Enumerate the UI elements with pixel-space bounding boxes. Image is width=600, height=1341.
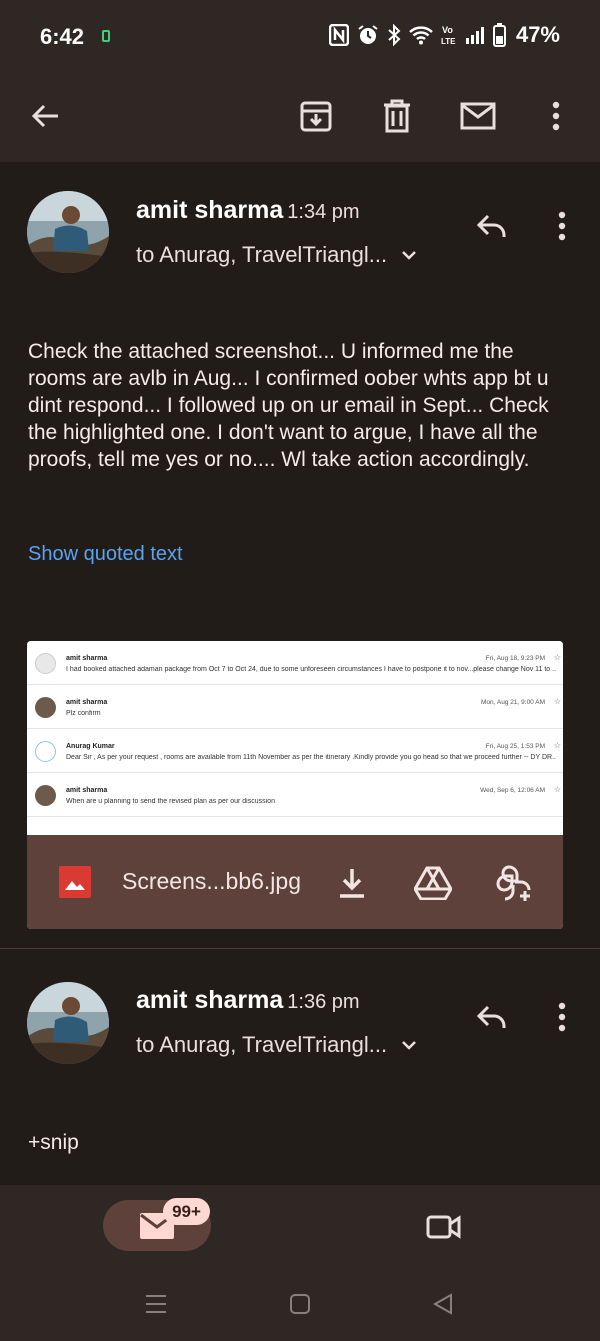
archive-button[interactable] <box>292 92 340 140</box>
download-icon <box>340 869 364 898</box>
google-drive-icon <box>414 866 452 900</box>
preview-sender: Anurag Kumar <box>66 743 115 750</box>
sender-name: amit sharma <box>136 986 284 1014</box>
add-to-photos-button[interactable] <box>492 861 536 905</box>
sender-photo-icon <box>27 982 109 1064</box>
more-vert-icon <box>552 101 560 131</box>
message-divider <box>0 948 600 949</box>
preview-row: amit sharma When are u planning to send … <box>27 773 563 817</box>
star-icon: ☆ <box>553 697 561 706</box>
alarm-icon <box>358 25 378 44</box>
avatar <box>35 741 56 762</box>
system-back-button[interactable] <box>428 1289 458 1319</box>
status-icons: Vo LTE 47% <box>328 22 560 48</box>
image-file-icon <box>59 866 91 898</box>
avatar[interactable] <box>27 982 109 1064</box>
download-button[interactable] <box>330 861 374 905</box>
reply-button[interactable] <box>470 204 514 248</box>
sender-photo-icon <box>27 191 109 273</box>
battery-percent: 47% <box>515 22 560 47</box>
more-options-button[interactable] <box>532 92 580 140</box>
sender-line: amit sharma 1:36 pm <box>136 986 360 1015</box>
message-body: Check the attached screenshot... U infor… <box>28 340 549 471</box>
reply-button[interactable] <box>470 995 514 1039</box>
attachment-actions-bar: Screens...bb6.jpg <box>27 835 563 929</box>
meet-tab[interactable] <box>420 1203 468 1251</box>
message-time: 1:36 pm <box>287 991 360 1013</box>
recipients-text: to Anurag, TravelTriangl... <box>136 242 388 267</box>
home-button[interactable] <box>285 1289 315 1319</box>
show-quoted-text-link[interactable]: Show quoted text <box>28 543 183 566</box>
status-bar: 6:42 Vo LTE 47% <box>0 0 600 70</box>
email-toolbar <box>0 70 600 162</box>
back-triangle-icon <box>432 1293 452 1315</box>
message-more-button[interactable] <box>540 995 584 1039</box>
star-icon: ☆ <box>553 741 561 750</box>
signal-icon <box>465 27 484 44</box>
reply-icon <box>476 1005 506 1028</box>
attachment-card[interactable]: amit sharma I had booked attached adaman… <box>27 641 563 929</box>
status-time: 6:42 <box>40 24 85 49</box>
home-square-icon <box>290 1294 310 1314</box>
svg-text:Vo: Vo <box>442 25 453 35</box>
save-to-drive-button[interactable] <box>411 861 455 905</box>
preview-snippet: Dear Sir , As per your request , rooms a… <box>66 754 556 761</box>
bottom-navigation: 99+ <box>0 1185 600 1341</box>
sender-name: amit sharma <box>136 196 284 224</box>
photos-add-icon <box>496 865 531 901</box>
chevron-down-icon <box>402 251 416 260</box>
preview-date: Wed, Sep 6, 12:06 AM <box>480 787 545 794</box>
preview-row: amit sharma Plz confirm Mon, Aug 21, 9:0… <box>27 685 563 729</box>
preview-snippet: Plz confirm <box>66 710 101 717</box>
mark-unread-icon <box>460 102 496 130</box>
menu-lines-icon <box>146 1295 166 1313</box>
nfc-icon <box>328 24 349 46</box>
recipients-toggle[interactable]: to Anurag, TravelTriangl... <box>136 1032 417 1058</box>
bluetooth-icon <box>388 24 401 46</box>
video-camera-icon <box>426 1215 461 1239</box>
back-arrow-icon <box>31 104 58 128</box>
message-time: 1:34 pm <box>287 201 360 223</box>
preview-date: Mon, Aug 21, 9:00 AM <box>481 699 545 706</box>
recipients-text: to Anurag, TravelTriangl... <box>136 1032 388 1057</box>
delete-button[interactable] <box>373 92 421 140</box>
preview-snippet: I had booked attached adaman package fro… <box>66 666 556 673</box>
delete-icon <box>384 99 410 133</box>
battery-charging-icon <box>102 30 110 42</box>
archive-icon <box>300 101 332 132</box>
attachment-preview[interactable]: amit sharma I had booked attached adaman… <box>27 641 563 835</box>
star-icon: ☆ <box>553 653 561 662</box>
preview-sender: amit sharma <box>66 655 108 662</box>
avatar[interactable] <box>27 191 109 273</box>
preview-row: Anurag Kumar Dear Sir , As per your requ… <box>27 729 563 773</box>
wifi-icon <box>409 26 433 45</box>
chevron-down-icon <box>402 1041 416 1050</box>
message-more-button[interactable] <box>540 204 584 248</box>
preview-sender: amit sharma <box>66 699 108 706</box>
recent-apps-button[interactable] <box>141 1289 171 1319</box>
star-icon: ☆ <box>553 785 561 794</box>
battery-icon <box>492 23 506 47</box>
mark-unread-button[interactable] <box>454 92 502 140</box>
preview-sender: amit sharma <box>66 787 108 794</box>
more-vert-icon <box>558 1002 566 1032</box>
more-vert-icon <box>558 211 566 241</box>
avatar <box>35 785 56 806</box>
volte-icon: Vo LTE <box>441 25 456 46</box>
preview-date: Fri, Aug 25, 1:53 PM <box>485 743 545 750</box>
avatar <box>35 697 56 718</box>
message-body: +snip <box>28 1131 79 1154</box>
recipients-toggle[interactable]: to Anurag, TravelTriangl... <box>136 242 417 268</box>
unread-badge: 99+ <box>163 1198 210 1225</box>
sender-line: amit sharma 1:34 pm <box>136 196 360 225</box>
attachment-filename: Screens...bb6.jpg <box>122 868 302 894</box>
svg-text:LTE: LTE <box>441 37 456 46</box>
preview-date: Fri, Aug 18, 9:23 PM <box>485 655 545 662</box>
preview-snippet: When are u planning to send the revised … <box>66 798 275 805</box>
preview-row: amit sharma I had booked attached adaman… <box>27 641 563 685</box>
back-button[interactable] <box>22 92 70 140</box>
reply-icon <box>476 214 506 237</box>
avatar <box>35 653 56 674</box>
